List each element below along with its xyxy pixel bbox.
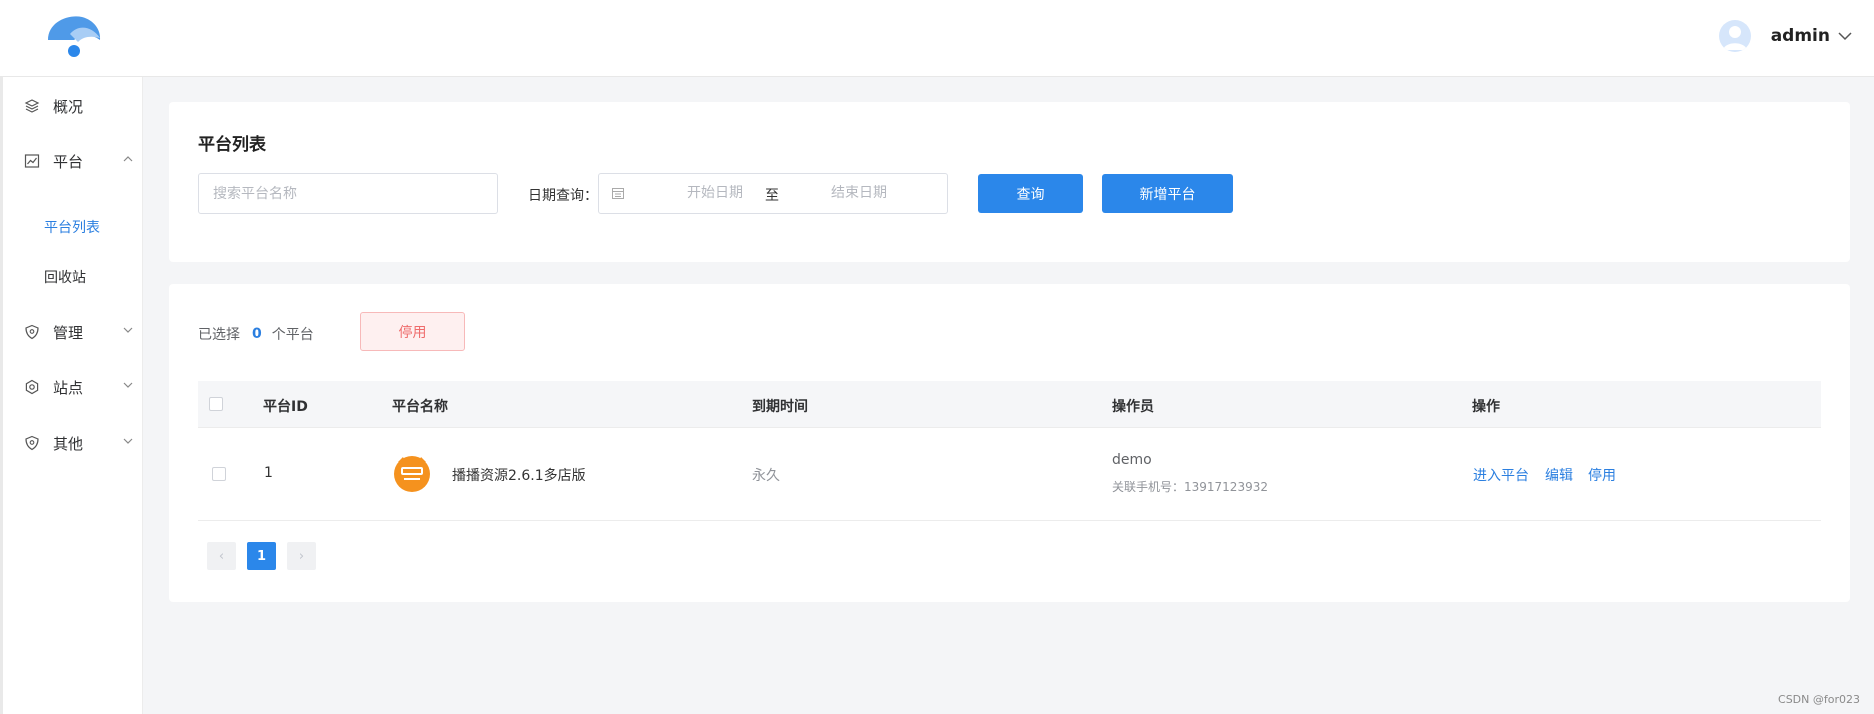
sidebar-subitem-recycle-bin[interactable]: 回收站 <box>3 259 143 295</box>
user-menu[interactable]: admin <box>1718 20 1852 52</box>
platform-logo <box>394 456 430 492</box>
sidebar-item-overview[interactable]: 概况 <box>3 86 143 126</box>
chevron-up-icon <box>123 156 133 162</box>
start-date-input[interactable] <box>655 185 775 201</box>
end-date-input[interactable] <box>799 185 919 201</box>
sidebar-item-platform[interactable]: 平台 <box>3 141 143 181</box>
shield-icon <box>25 324 39 340</box>
sidebar-item-label: 平台 <box>53 152 84 171</box>
sidebar-subitem-platform-list[interactable]: 平台列表 <box>3 209 143 245</box>
sidebar-item-other[interactable]: 其他 <box>3 423 143 463</box>
sidebar-item-label: 概况 <box>53 97 84 116</box>
sidebar-item-label: 其他 <box>53 434 84 453</box>
selection-summary: 已选择 0 个平台 <box>198 324 314 344</box>
sidebar-item-site[interactable]: 站点 <box>3 367 143 407</box>
selection-suffix: 个平台 <box>271 327 314 343</box>
top-header: admin <box>0 0 1874 77</box>
operator-name: demo <box>1112 452 1152 468</box>
chevron-down-icon <box>123 438 133 444</box>
disable-link[interactable]: 停用 <box>1588 465 1616 485</box>
chevron-down-icon <box>123 382 133 388</box>
edit-link[interactable]: 编辑 <box>1545 465 1573 485</box>
platform-name: 播播资源2.6.1多店版 <box>452 468 586 484</box>
filter-card: 平台列表 日期查询： 至 查询 新增平台 <box>169 102 1850 262</box>
page-number[interactable]: 1 <box>247 542 276 570</box>
watermark: CSDN @for023 <box>1778 693 1860 706</box>
sidebar-item-label: 站点 <box>53 378 84 397</box>
chevron-down-icon[interactable] <box>1838 31 1852 41</box>
date-filter-label: 日期查询： <box>528 188 598 204</box>
sidebar-subitem-label: 回收站 <box>44 270 86 286</box>
add-platform-button[interactable]: 新增平台 <box>1102 174 1233 213</box>
platform-table: 平台ID 平台名称 到期时间 操作员 操作 1 播播资源2.6.1多店版 永久 … <box>198 381 1821 521</box>
platform-list-card: 已选择 0 个平台 停用 平台ID 平台名称 到期时间 操作员 操作 1 播播资… <box>169 284 1850 602</box>
column-header: 操作 <box>1472 399 1500 415</box>
date-range-picker[interactable]: 至 <box>598 173 948 214</box>
column-header: 平台ID <box>263 399 308 415</box>
user-name[interactable]: admin <box>1771 26 1830 46</box>
date-range-separator: 至 <box>765 188 779 204</box>
selection-prefix: 已选择 <box>198 327 240 343</box>
table-row: 1 播播资源2.6.1多店版 永久 demo 关联手机号：13917123932… <box>198 428 1821 521</box>
sidebar-subitem-label: 平台列表 <box>44 220 100 236</box>
bulk-disable-button[interactable]: 停用 <box>360 312 465 351</box>
prev-page-button[interactable]: ‹ <box>207 542 236 570</box>
avatar[interactable] <box>1718 20 1751 52</box>
calendar-icon <box>612 188 624 199</box>
layers-icon <box>24 99 40 113</box>
sidebar: 概况 平台 平台列表 回收站 管理 站点 其他 <box>0 77 143 714</box>
line-chart-icon <box>24 154 40 168</box>
user-avatar-icon <box>1722 26 1747 50</box>
sidebar-item-management[interactable]: 管理 <box>3 312 143 352</box>
sidebar-item-label: 管理 <box>53 323 84 342</box>
table-header: 平台ID 平台名称 到期时间 操作员 操作 <box>198 381 1821 428</box>
operator-phone: 关联手机号：13917123932 <box>1112 480 1268 494</box>
select-all-checkbox[interactable] <box>209 397 223 411</box>
query-button[interactable]: 查询 <box>978 174 1083 213</box>
column-header: 平台名称 <box>392 399 448 415</box>
row-checkbox[interactable] <box>212 467 226 481</box>
enter-platform-link[interactable]: 进入平台 <box>1473 465 1529 485</box>
app-logo[interactable] <box>46 14 102 60</box>
chevron-down-icon <box>123 327 133 333</box>
next-page-button[interactable]: › <box>287 542 316 570</box>
pagination: ‹ 1 › <box>207 542 327 570</box>
expiry-time: 永久 <box>752 468 780 484</box>
column-header: 操作员 <box>1112 399 1154 415</box>
shield-icon <box>25 435 39 451</box>
selected-count: 0 <box>252 326 262 342</box>
search-input[interactable] <box>198 173 498 214</box>
page-title: 平台列表 <box>198 135 266 155</box>
column-header: 到期时间 <box>752 399 808 415</box>
platform-id: 1 <box>264 465 273 481</box>
gear-icon <box>25 379 39 395</box>
